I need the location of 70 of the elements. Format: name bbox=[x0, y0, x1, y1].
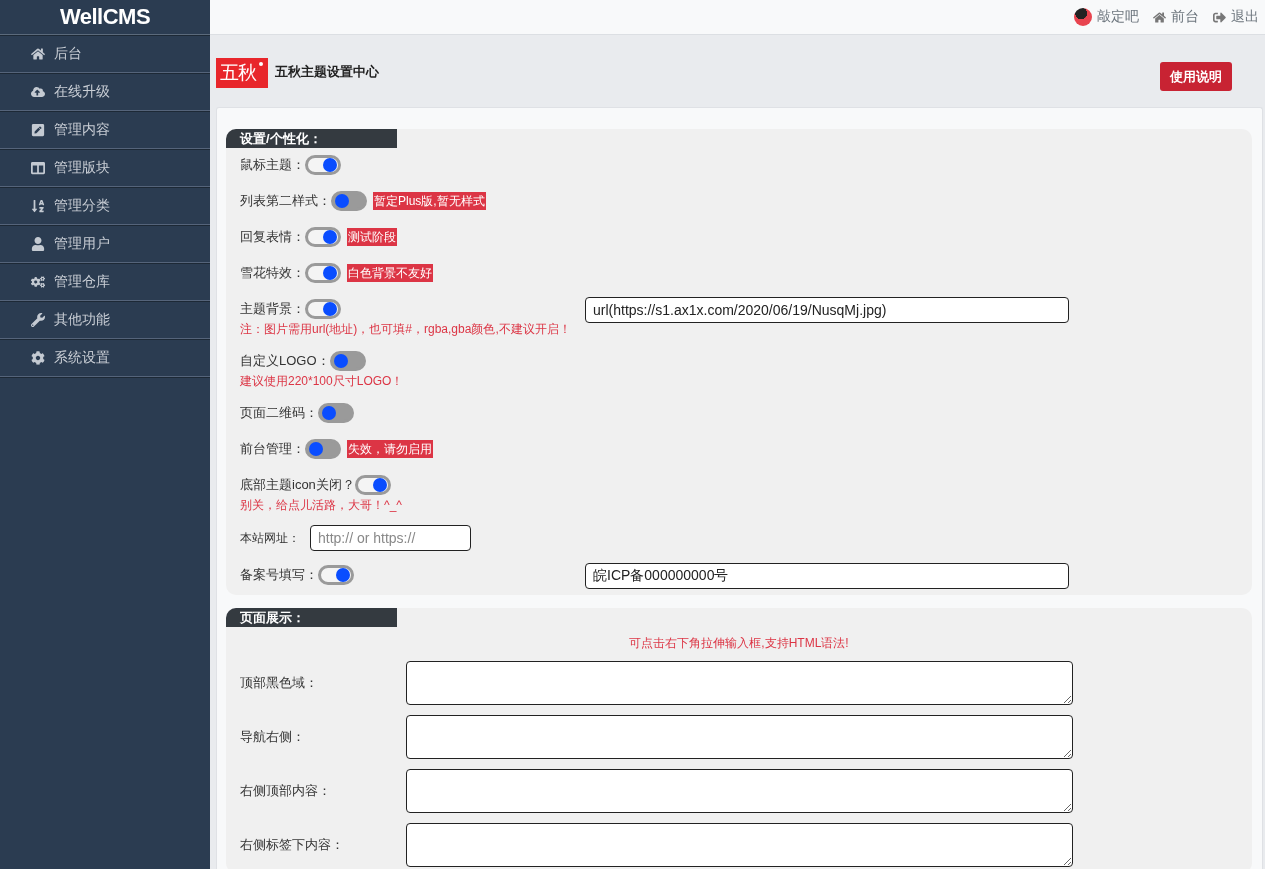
gears-icon bbox=[31, 275, 45, 289]
sign-out-icon bbox=[1213, 10, 1226, 24]
setting-label: 自定义LOGO： bbox=[240, 352, 330, 370]
dot-icon bbox=[259, 62, 263, 66]
section-title: 页面展示： bbox=[226, 608, 397, 627]
warning-tag: 失效，请勿启用 bbox=[347, 440, 433, 458]
textarea-field[interactable] bbox=[406, 823, 1073, 867]
setting-label: 前台管理： bbox=[240, 440, 305, 458]
setting-label: 列表第二样式： bbox=[240, 192, 331, 210]
page-title: 五秋主题设置中心 bbox=[275, 63, 379, 81]
toggle-switch[interactable] bbox=[305, 299, 341, 319]
columns-icon bbox=[31, 161, 45, 175]
toggle-switch[interactable] bbox=[329, 351, 366, 371]
sort-icon bbox=[31, 199, 45, 213]
setting-label: 雪花特效： bbox=[240, 264, 305, 282]
warning-tag: 白色背景不友好 bbox=[347, 264, 433, 282]
nav-item[interactable]: 其他功能 bbox=[0, 302, 210, 339]
nav-item[interactable]: 系统设置 bbox=[0, 340, 210, 377]
user-icon bbox=[31, 237, 45, 251]
settings-icon bbox=[31, 351, 45, 365]
home-icon bbox=[31, 47, 45, 61]
text-field[interactable]: http:// or https:// bbox=[310, 525, 471, 551]
toggle-switch[interactable] bbox=[318, 403, 354, 423]
toggle-switch[interactable] bbox=[305, 263, 341, 283]
note-text: 别关，给点儿活路，大哥！^_^ bbox=[240, 497, 402, 513]
textarea-field[interactable] bbox=[406, 769, 1073, 813]
setting-label: 导航右侧： bbox=[240, 728, 305, 746]
hint-text: 可点击右下角拉伸输入框,支持HTML语法! bbox=[629, 635, 849, 651]
setting-label: 备案号填写： bbox=[240, 566, 318, 584]
help-button[interactable]: 使用说明 bbox=[1160, 62, 1232, 91]
note-text: 注：图片需用url(地址)，也可填#，rgba,gba颜色,不建议开启！ bbox=[240, 321, 571, 337]
textarea-field[interactable] bbox=[406, 715, 1073, 759]
nav-item[interactable]: 管理仓库 bbox=[0, 264, 210, 301]
setting-label: 底部主题icon关闭？ bbox=[240, 476, 355, 494]
user-link[interactable]: 敲定吧 bbox=[1074, 8, 1139, 26]
theme-logo: 五秋 bbox=[216, 58, 268, 88]
nav-item[interactable]: 在线升级 bbox=[0, 74, 210, 111]
setting-label: 右侧顶部内容： bbox=[240, 782, 331, 800]
top-link[interactable]: 退出 bbox=[1213, 8, 1259, 26]
wrench-icon bbox=[31, 313, 45, 327]
textarea-field[interactable] bbox=[406, 661, 1073, 705]
nav-item[interactable]: 管理内容 bbox=[0, 112, 210, 149]
text-field[interactable]: 皖ICP备000000000号 bbox=[585, 563, 1069, 589]
note-text: 建议使用220*100尺寸LOGO！ bbox=[240, 373, 404, 389]
toggle-switch[interactable] bbox=[305, 439, 341, 459]
avatar-icon bbox=[1074, 8, 1092, 26]
setting-label: 回复表情： bbox=[240, 228, 305, 246]
toggle-switch[interactable] bbox=[305, 227, 341, 247]
nav-item[interactable]: 后台 bbox=[0, 36, 210, 73]
nav-item[interactable]: 管理版块 bbox=[0, 150, 210, 187]
toggle-switch[interactable] bbox=[318, 565, 354, 585]
warning-tag: 暂定Plus版,暂无样式 bbox=[373, 192, 486, 210]
setting-label: 右侧标签下内容： bbox=[240, 836, 344, 854]
top-link[interactable]: 前台 bbox=[1153, 8, 1199, 26]
section-title: 设置/个性化： bbox=[226, 129, 397, 148]
text-field[interactable]: url(https://s1.ax1x.com/2020/06/19/NusqMj.jpg) bbox=[585, 297, 1069, 323]
toggle-switch[interactable] bbox=[331, 191, 367, 211]
setting-label: 鼠标主题： bbox=[240, 156, 305, 174]
setting-label: 顶部黑色域： bbox=[240, 674, 318, 692]
toggle-switch[interactable] bbox=[354, 475, 391, 495]
toggle-switch[interactable] bbox=[305, 155, 341, 175]
warning-tag: 测试阶段 bbox=[347, 228, 397, 246]
setting-label: 页面二维码： bbox=[240, 404, 318, 422]
setting-label: 本站网址： bbox=[240, 529, 300, 547]
home-icon bbox=[1153, 10, 1166, 24]
site-logo: WellCMS bbox=[0, 0, 210, 35]
nav-item[interactable]: 管理分类 bbox=[0, 188, 210, 225]
setting-label: 主题背景： bbox=[240, 300, 305, 318]
cloud-upload-icon bbox=[31, 85, 45, 99]
nav-item[interactable]: 管理用户 bbox=[0, 226, 210, 263]
